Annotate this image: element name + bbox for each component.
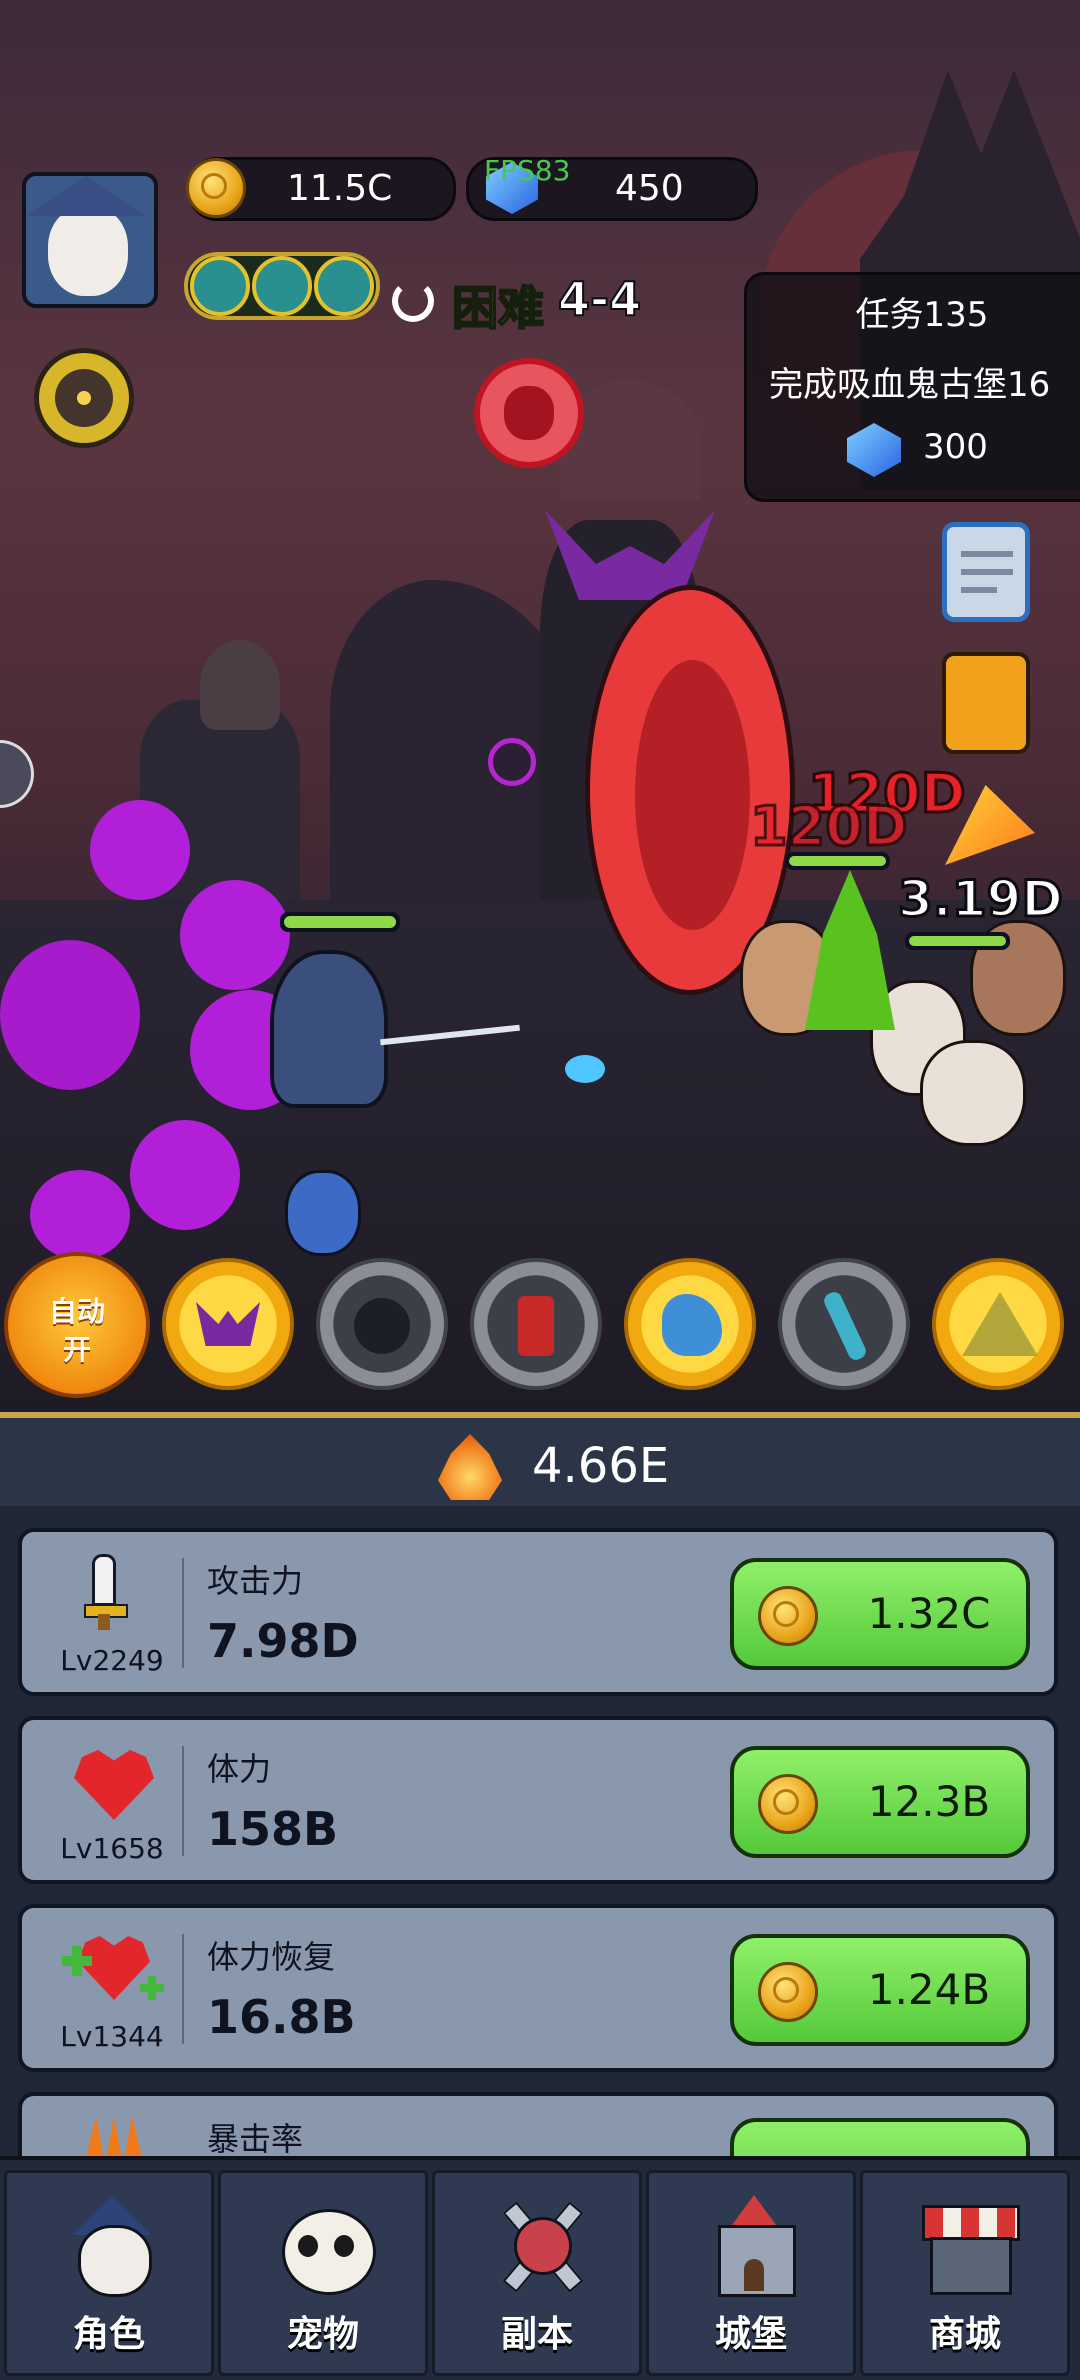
sword-icon [84,1554,128,1630]
upgrade-row-hp-regen: Lv1344 体力恢复 16.8B 1.24B [18,1904,1058,2072]
upgrade-hp-button[interactable]: 12.3B [730,1746,1030,1858]
energy-orb [565,1055,605,1083]
tab-label: 城堡 [714,2314,787,2355]
upgrade-name: 攻击力 [207,1562,304,1600]
character-icon [62,2195,162,2297]
blade-skill-icon[interactable] [778,1258,910,1390]
tab-character[interactable]: 角色 [4,2170,214,2376]
dynamite-skill-icon[interactable] [470,1258,602,1390]
pet-penguin [285,1170,361,1256]
row-divider [182,1934,184,2044]
upgrade-value: 16.8B [207,1990,356,2044]
stage-label: 4-4 [557,271,642,327]
dps-value: 4.66E [532,1438,670,1494]
upgrade-panel: Lv2249 攻击力 7.98D 1.32C Lv1658 体力 158B 12… [0,1506,1080,2156]
heart-plus-icon [62,1932,166,2016]
player-avatar[interactable] [22,172,158,308]
folder-icon[interactable] [942,652,1030,754]
tab-label: 商城 [928,2314,1001,2355]
notebook-icon[interactable] [942,522,1030,622]
flame-sword-icon [438,1434,502,1500]
bottom-navigation: 角色 宠物 副本 城堡 商城 [0,2156,1080,2380]
auto-state: 开 [62,1333,91,1366]
gold-coin-icon [758,1962,818,2022]
enemy-hp-bar [905,932,1010,950]
quest-panel[interactable]: 任务135 完成吸血鬼古堡16 300 [744,272,1080,502]
tab-pets[interactable]: 宠物 [218,2170,428,2376]
heart-icon [74,1750,154,1820]
panda-icon [276,2195,376,2295]
tab-shop[interactable]: 商城 [860,2170,1070,2376]
boss-challenge-button[interactable] [474,358,584,468]
upgrade-row-crit: 暴击率 [18,2092,1058,2156]
refresh-icon[interactable] [392,280,434,322]
wizard-statue [200,640,280,730]
auto-skill-toggle[interactable]: 自动 开 [4,1252,150,1398]
tab-castle[interactable]: 城堡 [646,2170,856,2376]
upgrade-attack-button[interactable]: 1.32C [730,1558,1030,1670]
claw-icon [84,2116,144,2156]
bat-demon-skill-icon[interactable] [162,1258,294,1390]
quest-title: 任务135 [855,295,989,335]
quest-reward: 300 [923,427,988,467]
tab-label: 角色 [72,2314,145,2355]
upgrade-level: Lv2249 [60,1644,164,1677]
upgrade-cost: 1.32C [867,1589,991,1638]
upgrade-level: Lv1658 [60,1832,164,1865]
buff-group[interactable] [184,252,380,320]
difficulty-label: 困难 [451,280,545,336]
upgrade-name: 暴击率 [207,2120,304,2156]
damage-number: 120D [749,794,910,860]
tab-dungeon[interactable]: 副本 [432,2170,642,2376]
upgrade-value: 7.98D [207,1614,359,1668]
gold-coin-icon [758,1586,818,1646]
bomb-skill-icon[interactable] [316,1258,448,1390]
gold-coin-icon [758,1774,818,1834]
gem-icon [847,423,901,477]
buff-icon-2 [252,256,312,316]
tab-label: 副本 [500,2314,573,2355]
purple-orb [488,738,536,786]
buff-icon-3 [314,256,374,316]
upgrade-row-attack: Lv2249 攻击力 7.98D 1.32C [18,1528,1058,1696]
upgrade-crit-button[interactable] [730,2118,1030,2156]
row-divider [182,1558,184,1668]
auto-label: 自动 [48,1295,105,1328]
lucky-wheel-icon[interactable] [34,348,134,448]
upgrade-name: 体力恢复 [207,1938,336,1976]
purple-smoke [0,780,310,1260]
upgrade-value: 158B [207,1802,339,1856]
upgrade-cost: 12.3B [867,1777,991,1826]
upgrade-row-hp: Lv1658 体力 158B 12.3B [18,1716,1058,1884]
gem-amount: 450 [615,168,684,209]
gold-coin-icon [186,158,246,218]
mountain-skill-icon[interactable] [932,1258,1064,1390]
dragon-skill-icon[interactable] [624,1258,756,1390]
hero-hp-bar [280,912,400,932]
shop-icon [918,2195,1020,2295]
row-divider [182,1746,184,1856]
fps-overlay: FPS83 [484,154,571,187]
dps-bar: 4.66E [0,1412,1080,1518]
crossed-swords-icon [490,2195,590,2295]
tab-label: 宠物 [286,2314,359,2355]
upgrade-cost: 1.24B [867,1965,991,2014]
upgrade-name: 体力 [207,1750,272,1788]
upgrade-hp-regen-button[interactable]: 1.24B [730,1934,1030,2046]
buff-icon-1 [190,256,250,316]
gold-amount: 11.5C [287,168,393,209]
enemy-hp-value: 3.19D [897,869,1065,930]
castle-icon [704,2195,804,2297]
upgrade-level: Lv1344 [60,2020,164,2053]
hero-character [270,950,388,1108]
quest-description: 完成吸血鬼古堡16 [769,365,1051,405]
